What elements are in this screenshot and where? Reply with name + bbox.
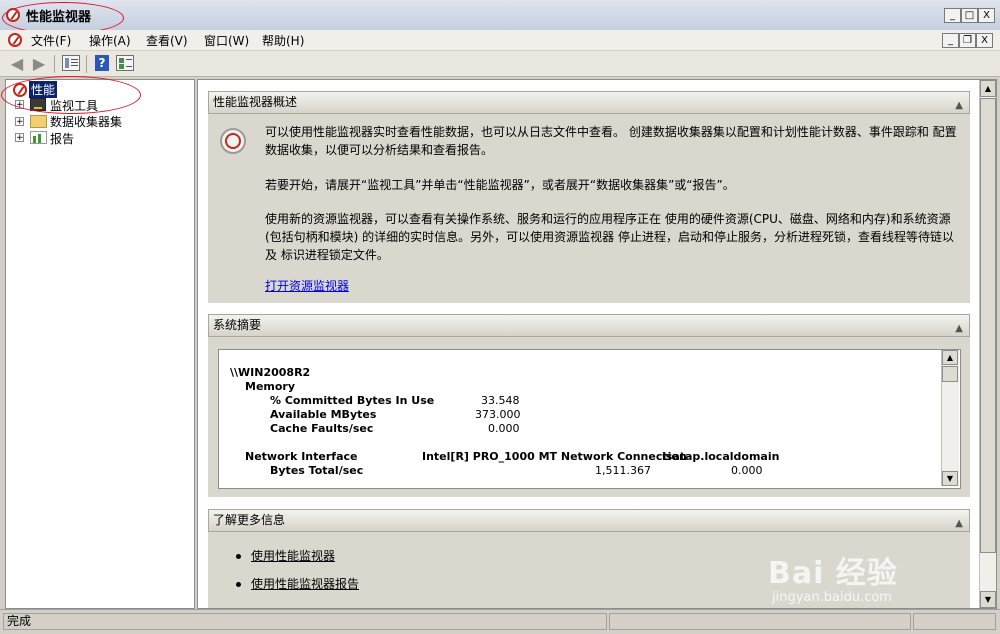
learn-more-header[interactable]: 了解更多信息 ▲ — [208, 509, 970, 532]
main-content: 性能监视器概述 ▲ 可以使用性能监视器实时查看性能数据，也可以从日志文件中查看。… — [197, 79, 997, 609]
open-resource-monitor-link[interactable]: 打开资源监视器 — [265, 277, 349, 295]
overview-title: 性能监视器概述 — [213, 95, 298, 109]
summary-header[interactable]: 系统摘要 ▲ — [208, 314, 970, 337]
scroll-thumb[interactable] — [980, 98, 996, 553]
overview-paragraph-2: 若要开始，请展开“监视工具”并单击“性能监视器”，或者展开“数据收集器集”或“报… — [265, 178, 735, 192]
show-hide-tree-icon[interactable] — [62, 55, 80, 71]
collapse-chevron-icon[interactable]: ▲ — [955, 318, 963, 339]
status-bar: 完成 — [0, 609, 1000, 634]
counter-value: 0.000 — [488, 422, 520, 435]
network-label: Network Interface — [245, 450, 358, 463]
summary-body: \\WIN2008R2 Memory % Committed Bytes In … — [208, 337, 970, 497]
counter-value: 373.000 — [475, 408, 521, 421]
folder-icon — [30, 115, 47, 128]
summary-scrollbar[interactable]: ▲ ▼ — [941, 350, 959, 486]
learn-more-title: 了解更多信息 — [213, 513, 286, 527]
expand-reports[interactable]: + — [15, 133, 24, 143]
forward-arrow-icon[interactable]: ▶ — [30, 56, 48, 72]
expand-data-collector-sets[interactable]: + — [15, 117, 24, 127]
scroll-up-icon[interactable]: ▲ — [942, 350, 958, 365]
maximize-button[interactable]: □ — [961, 8, 978, 23]
menu-view[interactable]: 查看(V) — [146, 32, 188, 49]
overview-body: 可以使用性能监视器实时查看性能数据，也可以从日志文件中查看。 创建数据收集器集以… — [208, 114, 970, 303]
main-scrollbar[interactable]: ▲ ▼ — [979, 80, 996, 608]
inner-restore-button[interactable]: ❐ — [959, 33, 976, 48]
tree-item-reports[interactable]: 报告 — [50, 130, 74, 147]
overview-paragraph-3: 使用新的资源监视器，可以查看有关操作系统、服务和运行的应用程序正在 使用的硬件资… — [265, 212, 954, 262]
menu-bar: 文件(F) 操作(A) 查看(V) 窗口(W) 帮助(H) _ ❐ X — [0, 30, 1000, 50]
system-menu-icon[interactable] — [8, 33, 22, 47]
counter-value: 0.000 — [731, 464, 763, 477]
close-button[interactable]: X — [978, 8, 995, 23]
memory-label: Memory — [245, 380, 296, 393]
bullet — [236, 554, 241, 559]
summary-title: 系统摘要 — [213, 318, 262, 332]
minimize-button[interactable]: _ — [944, 8, 961, 23]
status-text: 完成 — [3, 613, 607, 630]
inner-close-button[interactable]: X — [976, 33, 993, 48]
tree-highlight-ellipse — [1, 76, 141, 114]
counter-name: Cache Faults/sec — [270, 422, 374, 435]
menu-help[interactable]: 帮助(H) — [262, 32, 304, 49]
menu-file[interactable]: 文件(F) — [31, 32, 71, 49]
counter-name: Available MBytes — [270, 408, 377, 421]
report-icon — [30, 131, 47, 144]
scroll-down-icon[interactable]: ▼ — [942, 471, 958, 486]
host-name: \\WIN2008R2 — [230, 366, 311, 379]
back-arrow-icon[interactable]: ◀ — [8, 56, 26, 72]
bullet — [236, 582, 241, 587]
watermark-logo: Bai 经验 — [768, 556, 898, 591]
title-bar: 性能监视器 _ □ X — [0, 0, 1000, 31]
menu-action[interactable]: 操作(A) — [89, 32, 131, 49]
counter-name: % Committed Bytes In Use — [270, 394, 435, 407]
toolbar-separator — [54, 55, 55, 73]
overview-header[interactable]: 性能监视器概述 ▲ — [208, 91, 970, 114]
navigation-tree: 性能 + 监视工具 + 数据收集器集 + 报告 — [5, 79, 195, 609]
performance-monitor-icon — [220, 128, 246, 154]
status-cell — [913, 613, 996, 630]
collapse-chevron-icon[interactable]: ▲ — [955, 95, 963, 116]
watermark-url: jingyan.baidu.com — [772, 590, 892, 605]
toolbar: ◀ ▶ ? — [0, 51, 1000, 77]
collapse-chevron-icon[interactable]: ▲ — [955, 513, 963, 534]
counter-value: 33.548 — [481, 394, 520, 407]
overview-paragraph-1: 可以使用性能监视器实时查看性能数据，也可以从日志文件中查看。 创建数据收集器集以… — [265, 125, 957, 157]
counter-name: Bytes Total/sec — [270, 464, 364, 477]
summary-list: \\WIN2008R2 Memory % Committed Bytes In … — [218, 349, 961, 489]
counter-value: 1,511.367 — [595, 464, 651, 477]
network-adapter-name: Intel[R] PRO_1000 MT Network Connection — [422, 450, 687, 463]
scroll-down-icon[interactable]: ▼ — [980, 591, 996, 608]
properties-icon[interactable] — [116, 55, 134, 71]
scroll-up-icon[interactable]: ▲ — [980, 80, 996, 97]
tree-item-data-collector-sets[interactable]: 数据收集器集 — [50, 113, 122, 130]
scroll-thumb[interactable] — [942, 366, 958, 382]
help-icon[interactable]: ? — [95, 55, 109, 71]
status-cell — [609, 613, 911, 630]
inner-minimize-button[interactable]: _ — [942, 33, 959, 48]
learn-more-link-2[interactable]: 使用性能监视器报告 — [251, 575, 359, 593]
learn-more-link-1[interactable]: 使用性能监视器 — [251, 547, 335, 565]
toolbar-separator — [86, 55, 87, 73]
menu-window[interactable]: 窗口(W) — [204, 32, 249, 49]
network-adapter-name: isatap.localdomain — [662, 450, 780, 463]
